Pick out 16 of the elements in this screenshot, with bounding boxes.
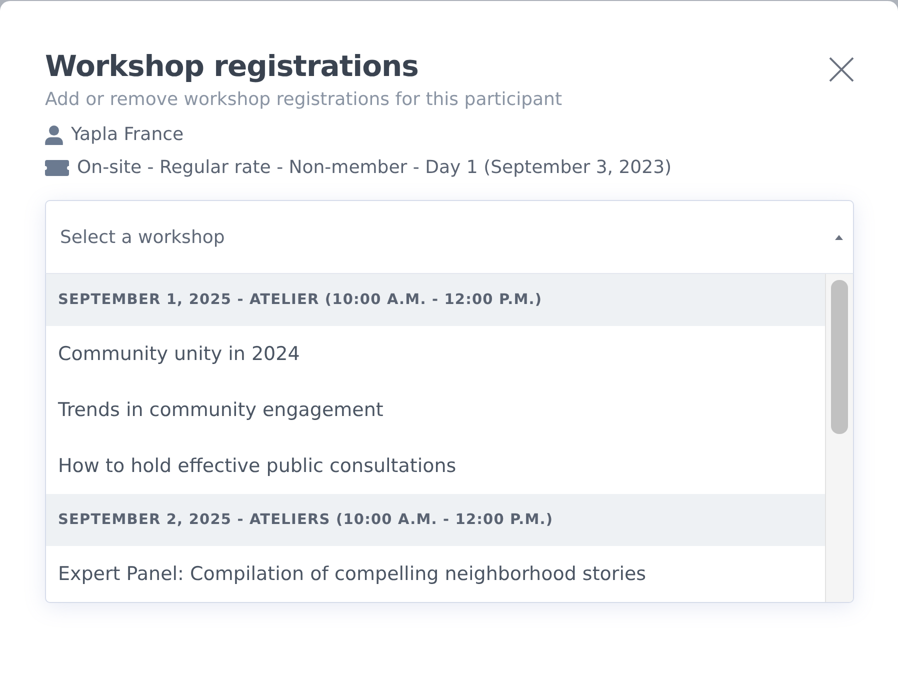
person-icon (45, 124, 63, 144)
participant-name: Yapla France (71, 124, 184, 145)
group-header: SEPTEMBER 1, 2025 - ATELIER (10:00 A.M. - 12:00 P.M.) (46, 274, 825, 326)
ticket-icon (45, 160, 69, 176)
group-header: SEPTEMBER 2, 2025 - ATELIERS (10:00 A.M. - 12:00 P.M.) (46, 494, 825, 546)
workshop-option[interactable]: How to hold effective public consultations (46, 438, 825, 494)
workshop-option[interactable]: Expert Panel: Compilation of compelling neighborhood stories (46, 546, 825, 602)
workshop-option[interactable]: Community unity in 2024 (46, 326, 825, 382)
dialog-subtitle: Add or remove workshop registrations for this participant (45, 89, 564, 110)
caret-icon (835, 234, 843, 240)
scrollbar-thumb[interactable] (831, 280, 848, 434)
workshop-option[interactable]: Trends in community engagement (46, 382, 825, 438)
ticket-description: On-site - Regular rate - Non-member - Day 1 (September 3, 2023) (77, 157, 672, 178)
close-icon[interactable] (829, 57, 854, 82)
dialog-title: Workshop registrations (45, 49, 418, 83)
workshop-select[interactable]: Select a workshop (45, 200, 854, 274)
